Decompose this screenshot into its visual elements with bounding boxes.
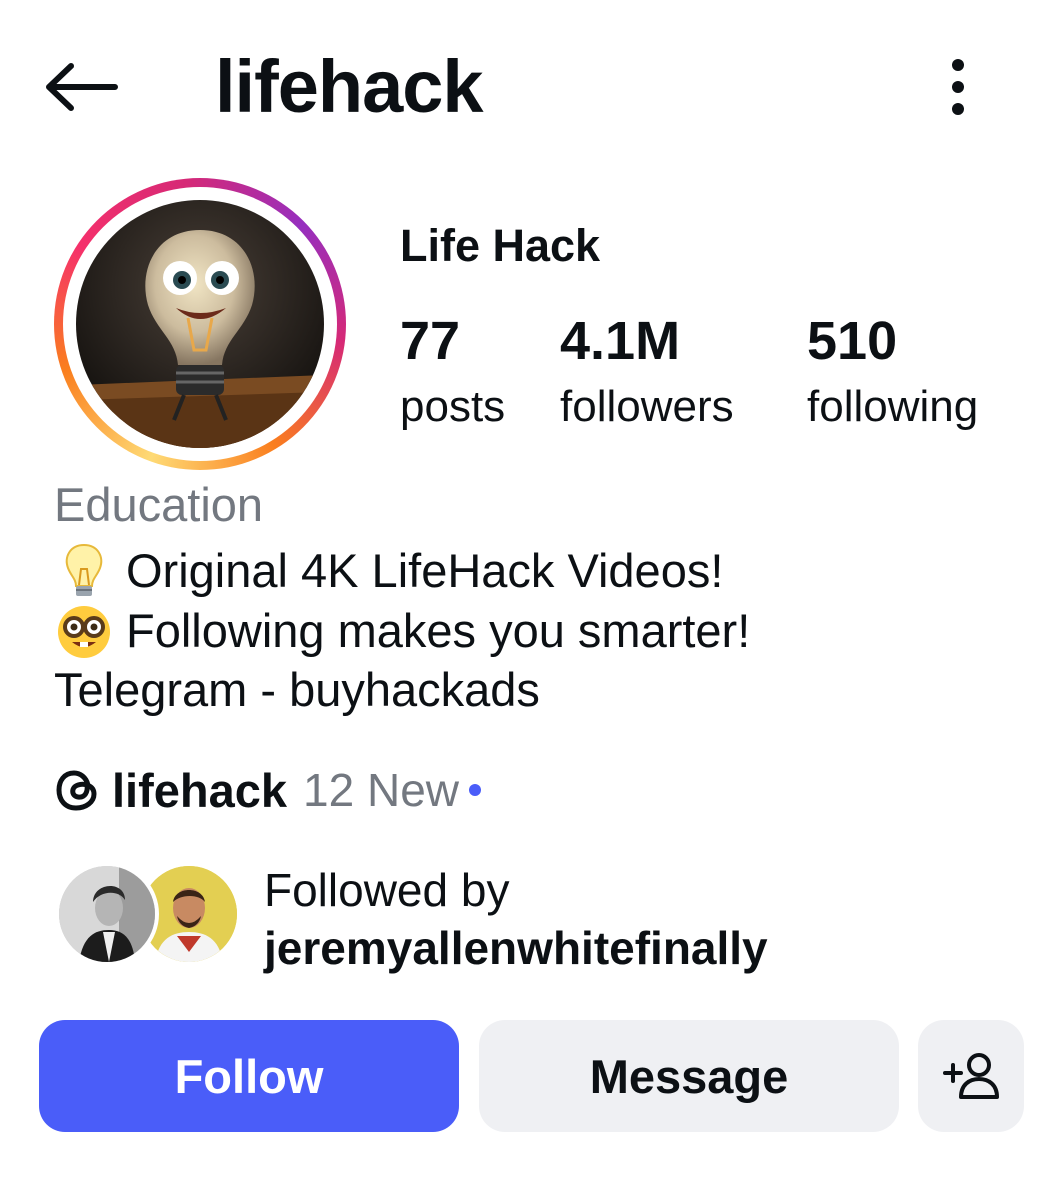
- follow-label: Follow: [174, 1049, 324, 1103]
- bio-text: Telegram - buyhackads: [54, 663, 540, 716]
- following-label: following: [807, 382, 979, 431]
- nerd-face-emoji-icon: [58, 606, 110, 658]
- posts-count: 77: [400, 311, 461, 371]
- more-vertical-icon: [952, 59, 964, 115]
- arrow-left-icon: [46, 63, 118, 111]
- page-title: lifehack: [215, 45, 484, 128]
- lightbulb-emoji-icon: [65, 543, 103, 596]
- bio-text: Original 4K LifeHack Videos!: [126, 544, 724, 597]
- profile-avatar[interactable]: [54, 178, 346, 470]
- more-options-button[interactable]: [930, 52, 986, 122]
- followers-count: 4.1M: [560, 311, 681, 371]
- message-label: Message: [589, 1049, 789, 1103]
- bio-line: Telegram - buyhackads: [54, 661, 540, 719]
- bio-text: Following makes you smarter!: [126, 604, 751, 657]
- add-person-icon: [943, 1053, 999, 1099]
- threads-new-count: 12 New: [303, 764, 460, 816]
- display-name: Life Hack: [400, 220, 601, 271]
- followed-by-username[interactable]: jeremyallenwhitefinally: [264, 920, 768, 976]
- bio-line: Original 4K LifeHack Videos!: [54, 541, 723, 601]
- threads-icon: [56, 770, 97, 811]
- threads-handle: lifehack: [112, 763, 288, 817]
- avatar-lightbulb-image: [76, 200, 324, 448]
- follower-avatar: [55, 862, 159, 966]
- following-count: 510: [807, 311, 898, 371]
- message-button[interactable]: Message: [479, 1020, 899, 1132]
- threads-badge[interactable]: lifehack 12 New: [54, 760, 482, 820]
- posts-label: posts: [400, 382, 506, 431]
- follow-button[interactable]: Follow: [39, 1020, 459, 1132]
- back-button[interactable]: [38, 52, 124, 122]
- followed-by-label: Followed by: [264, 864, 510, 916]
- suggested-accounts-button[interactable]: [918, 1020, 1024, 1132]
- followers-label: followers: [560, 382, 734, 431]
- unread-dot: [469, 784, 482, 796]
- profile-category: Education: [54, 478, 264, 531]
- bio-line: Following makes you smarter!: [54, 601, 750, 661]
